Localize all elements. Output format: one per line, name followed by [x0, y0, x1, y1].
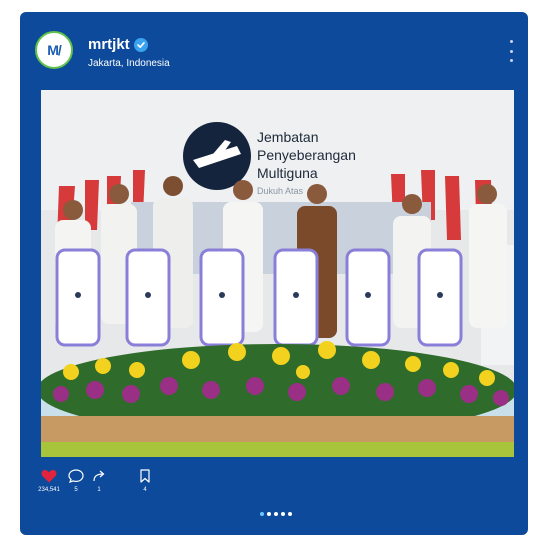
share-icon[interactable]: [92, 468, 106, 484]
carousel-dot[interactable]: [267, 512, 271, 516]
post-location[interactable]: Jakarta, Indonesia: [88, 58, 170, 69]
save-count: 4: [143, 487, 147, 493]
heart-icon[interactable]: [41, 468, 57, 484]
like-action[interactable]: 234,541: [38, 468, 60, 493]
carousel-dot[interactable]: [288, 512, 292, 516]
carousel-dot[interactable]: [274, 512, 278, 516]
avatar[interactable]: M/: [35, 31, 73, 69]
share-action[interactable]: 1: [88, 468, 110, 493]
carousel-indicator: [260, 512, 292, 516]
comment-action[interactable]: 5: [65, 468, 87, 493]
username-label: mrtjkt: [88, 36, 130, 53]
share-count: 1: [97, 487, 101, 493]
like-count: 234,541: [38, 487, 60, 493]
sign-line-2: Penyeberangan: [257, 147, 356, 163]
sign-line-3: Multiguna: [257, 165, 318, 181]
ceremony-photo: Jembatan Penyeberangan Multiguna Dukuh A…: [41, 90, 514, 457]
comment-count: 5: [74, 487, 78, 493]
post-photo[interactable]: Jembatan Penyeberangan Multiguna Dukuh A…: [41, 90, 514, 457]
more-options-icon[interactable]: [506, 40, 516, 62]
comment-icon[interactable]: [68, 468, 84, 484]
save-action[interactable]: 4: [134, 468, 156, 493]
verified-badge-icon: [133, 37, 148, 52]
sign-line-4: Dukuh Atas: [257, 186, 304, 196]
carousel-dot[interactable]: [281, 512, 285, 516]
post-username[interactable]: mrtjkt: [88, 36, 148, 53]
carousel-dot[interactable]: [260, 512, 264, 516]
post-card: M/ mrtjkt Jakarta, Indonesia Jembatan Pe…: [20, 12, 528, 535]
bookmark-icon[interactable]: [139, 468, 151, 484]
mrt-logo: M/: [47, 42, 62, 58]
sign-line-1: Jembatan: [257, 129, 318, 145]
